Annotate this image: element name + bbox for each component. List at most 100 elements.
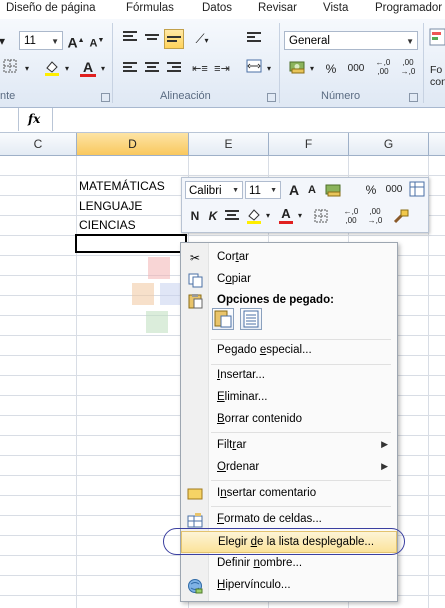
format-cells-icon xyxy=(187,512,203,528)
mini-format-table-button[interactable] xyxy=(408,181,426,201)
paste-values-button[interactable] xyxy=(240,308,262,330)
font-color-button[interactable]: A xyxy=(78,59,98,79)
font-name-dropdown-edge[interactable]: ▾ xyxy=(0,31,10,51)
merge-dropdown[interactable]: ▾ xyxy=(264,59,274,79)
thousands-icon: 000 xyxy=(347,63,365,74)
align-bottom-button[interactable] xyxy=(164,29,184,49)
menu-item-define-name[interactable]: Definir nombre... xyxy=(181,553,397,575)
cell-d-lenguaje[interactable]: LENGUAJE xyxy=(79,196,142,216)
comment-icon xyxy=(187,486,203,502)
align-top-button[interactable] xyxy=(120,29,140,49)
menu-item-paste-special[interactable]: Pegado especial... xyxy=(181,340,397,362)
active-cell[interactable] xyxy=(75,234,187,253)
column-header-c[interactable]: C xyxy=(0,133,77,155)
increase-indent-button[interactable]: ≡⇥ xyxy=(212,59,232,79)
number-dialog-launcher[interactable] xyxy=(409,93,418,102)
align-right-button[interactable] xyxy=(164,59,184,79)
mini-italic-button[interactable]: K xyxy=(204,206,222,226)
number-format-dropdown[interactable]: General ▼ xyxy=(284,31,418,50)
column-header-e[interactable]: E xyxy=(189,133,269,155)
menu-item-pick-from-list[interactable]: Elegir de la lista desplegable... xyxy=(181,531,397,553)
mini-percent-button[interactable]: % xyxy=(362,180,380,200)
mini-bold-button[interactable]: N xyxy=(186,206,204,226)
alignment-dialog-launcher[interactable] xyxy=(267,93,276,102)
borders-button[interactable] xyxy=(0,59,20,79)
align-center-icon xyxy=(225,210,239,222)
mini-shrink-font-button[interactable]: A xyxy=(303,180,321,200)
mini-borders-button[interactable] xyxy=(309,206,333,226)
decrease-indent-button[interactable]: ⇤≡ xyxy=(190,59,210,79)
tab-formulas[interactable]: Fórmulas xyxy=(126,2,174,14)
formula-input[interactable] xyxy=(52,108,445,131)
insert-function-button[interactable]: fx xyxy=(28,112,40,126)
tab-page-layout[interactable]: Diseño de página xyxy=(6,2,96,14)
menu-item-cut[interactable]: ✂ Cortar xyxy=(181,247,397,269)
percent-button[interactable]: % xyxy=(321,59,341,79)
context-menu: ✂ Cortar Copiar Opciones de pegado: Pega… xyxy=(180,242,398,602)
menu-item-copy[interactable]: Copiar xyxy=(181,269,397,291)
wrap-text-button[interactable] xyxy=(244,29,264,49)
tab-developer[interactable]: Programador xyxy=(375,2,442,14)
align-middle-button[interactable] xyxy=(142,29,162,49)
conditional-format-button[interactable] xyxy=(428,27,445,47)
menu-item-insert-comment[interactable]: Insertar comentario xyxy=(181,483,397,505)
shrink-font-button[interactable]: A▼ xyxy=(87,31,107,51)
shrink-font-icon: A xyxy=(89,37,98,50)
paste-button[interactable] xyxy=(212,308,234,330)
orientation-button[interactable]: ⟋▾ xyxy=(192,29,212,49)
mini-center-button[interactable] xyxy=(223,206,241,226)
fill-color-dropdown[interactable]: ▾ xyxy=(62,59,72,79)
mini-font-color-dropdown[interactable]: ▾ xyxy=(295,206,305,226)
accounting-format-button[interactable] xyxy=(288,59,308,79)
menu-item-format-cells[interactable]: Formato de celdas... xyxy=(181,509,397,531)
mini-font-size-value: 11 xyxy=(249,185,261,197)
menu-item-format-cells-label: Formato de celdas... xyxy=(217,513,322,525)
tab-view[interactable]: Vista xyxy=(323,2,348,14)
accounting-dropdown[interactable]: ▾ xyxy=(307,59,317,79)
mini-font-name-dropdown[interactable]: Calibri ▼ xyxy=(185,181,243,199)
mini-font-color-button[interactable]: A xyxy=(277,206,295,226)
grow-font-button[interactable]: A▲ xyxy=(66,31,86,51)
menu-item-clear-contents[interactable]: Borrar contenido xyxy=(181,409,397,431)
font-dialog-launcher[interactable] xyxy=(101,93,110,102)
column-header-d[interactable]: D xyxy=(77,133,189,155)
menu-item-clear-contents-label: Borrar contenido xyxy=(217,413,303,425)
column-header-f[interactable]: F xyxy=(269,133,349,155)
menu-item-hyperlink[interactable]: Hipervínculo... xyxy=(181,575,397,597)
menu-item-insert[interactable]: Insertar... xyxy=(181,365,397,387)
name-box[interactable] xyxy=(0,108,19,131)
mini-accounting-button[interactable] xyxy=(323,180,347,200)
thousands-button[interactable]: 000 xyxy=(344,59,368,79)
cell-d-ciencias[interactable]: CIENCIAS xyxy=(79,215,136,235)
menu-item-delete[interactable]: Eliminar... xyxy=(181,387,397,409)
font-size-dropdown[interactable]: 11 ▼ xyxy=(19,31,63,50)
cell-d-matematicas[interactable]: MATEMÁTICAS xyxy=(79,176,165,196)
mini-thousands-button[interactable]: 000 xyxy=(382,180,406,200)
tab-data[interactable]: Datos xyxy=(202,2,232,14)
borders-dropdown[interactable]: ▾ xyxy=(22,59,32,79)
column-header-g[interactable]: G xyxy=(349,133,429,155)
grow-font-icon: A xyxy=(67,34,78,51)
copy-icon xyxy=(187,272,203,288)
font-color-icon: A xyxy=(82,59,94,75)
decrease-decimals-button[interactable]: ,00 →,0 xyxy=(397,58,419,78)
mini-increase-decimals-button[interactable]: ←,0,00 xyxy=(340,206,362,226)
mini-toolbar: Calibri ▼ 11 ▼ A A % 000 N K ▾ A ▾ ←,0,00 … xyxy=(181,177,429,233)
mini-font-size-dropdown[interactable]: 11 ▼ xyxy=(245,181,281,199)
fill-color-button[interactable] xyxy=(42,59,62,79)
mini-grow-font-button[interactable]: A xyxy=(285,180,303,200)
merge-center-button[interactable] xyxy=(244,59,264,79)
increase-decimals-button[interactable]: ←,0 ,00 xyxy=(372,58,394,78)
submenu-arrow-icon: ▶ xyxy=(381,439,388,449)
menu-item-filter[interactable]: Filtrar ▶ xyxy=(181,435,397,457)
menu-item-sort[interactable]: Ordenar ▶ xyxy=(181,457,397,479)
currency-icon xyxy=(289,61,305,74)
tab-review[interactable]: Revisar xyxy=(258,2,297,14)
mini-format-painter-button[interactable] xyxy=(392,206,410,226)
align-left-button[interactable] xyxy=(120,59,140,79)
mini-decrease-decimals-button[interactable]: ,00 →,0 xyxy=(364,206,386,226)
align-center-button[interactable] xyxy=(142,59,162,79)
font-color-dropdown[interactable]: ▾ xyxy=(98,59,108,79)
mini-fill-dropdown[interactable]: ▾ xyxy=(263,206,273,226)
mini-fill-color-button[interactable] xyxy=(245,206,263,226)
